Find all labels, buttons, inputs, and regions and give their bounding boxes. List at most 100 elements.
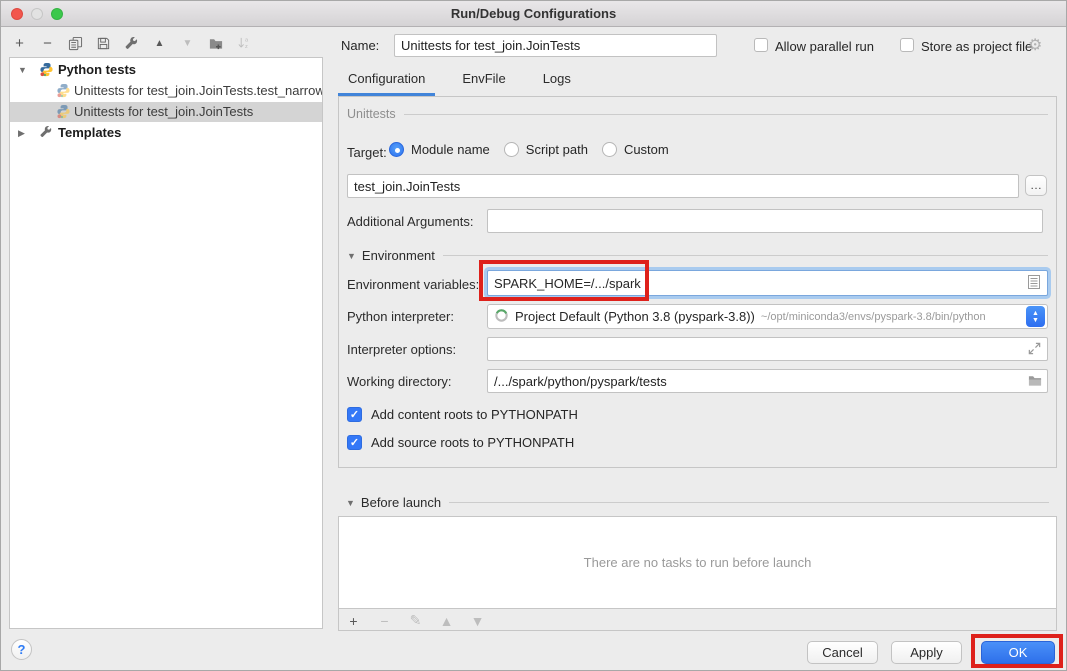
copy-configuration-icon[interactable] xyxy=(67,35,84,52)
before-launch-section-header[interactable]: ▼ Before launch xyxy=(346,495,1049,510)
add-source-roots-row: ✓ Add source roots to PYTHONPATH xyxy=(347,435,574,450)
environment-variables-label: Environment variables: xyxy=(347,277,479,292)
new-folder-icon[interactable] xyxy=(207,35,224,52)
interpreter-options-label: Interpreter options: xyxy=(347,342,456,357)
variables-list-icon[interactable] xyxy=(1027,274,1041,293)
working-directory-label: Working directory: xyxy=(347,374,452,389)
name-label: Name: xyxy=(341,38,379,53)
before-launch-label: Before launch xyxy=(361,495,441,510)
wrench-icon xyxy=(39,125,53,145)
divider xyxy=(449,502,1049,503)
before-launch-task-list: There are no tasks to run before launch xyxy=(339,517,1056,609)
python-test-icon xyxy=(56,83,71,104)
svg-text:a: a xyxy=(244,37,248,43)
module-name-radio-label: Module name xyxy=(411,142,490,157)
move-task-down-icon: ▼ xyxy=(469,612,486,629)
additional-arguments-input[interactable] xyxy=(487,209,1043,233)
remove-task-icon: − xyxy=(376,612,393,629)
tree-item-test-narrow[interactable]: Unittests for test_join.JoinTests.test_n… xyxy=(10,81,322,101)
tree-item-label: Templates xyxy=(58,123,121,143)
configurations-tree: ▼ Python tests Unittests for test_join.J… xyxy=(9,57,323,629)
module-name-input[interactable] xyxy=(347,174,1019,198)
environment-section-header[interactable]: ▼ Environment xyxy=(347,248,1048,263)
stepper-up-icon: ▲ xyxy=(1032,310,1039,317)
custom-radio[interactable] xyxy=(602,142,617,157)
stepper-down-icon: ▼ xyxy=(1032,317,1039,324)
custom-radio-label: Custom xyxy=(624,142,669,157)
interpreter-options-input[interactable] xyxy=(487,337,1048,361)
configurations-toolbar: + − ▲ ▼ az xyxy=(11,32,252,54)
browse-module-button[interactable]: … xyxy=(1025,175,1047,196)
configuration-tabs: Configuration EnvFile Logs xyxy=(338,63,581,96)
script-path-radio[interactable] xyxy=(504,142,519,157)
edit-templates-wrench-icon[interactable] xyxy=(123,35,140,52)
unittests-group-label: Unittests xyxy=(347,107,396,121)
cancel-button[interactable]: Cancel xyxy=(807,641,878,664)
target-radio-group: Module name Script path Custom xyxy=(389,142,683,157)
tree-item-label: Python tests xyxy=(58,60,136,80)
environment-variables-input[interactable]: SPARK_HOME=/.../spark xyxy=(487,270,1048,296)
add-content-roots-row: ✓ Add content roots to PYTHONPATH xyxy=(347,407,578,422)
folder-icon[interactable] xyxy=(1027,373,1043,388)
add-task-icon[interactable]: + xyxy=(345,612,362,629)
python-test-icon xyxy=(56,104,71,125)
add-content-roots-checkbox[interactable]: ✓ xyxy=(347,407,362,422)
divider xyxy=(404,114,1048,115)
tab-logs[interactable]: Logs xyxy=(533,63,581,96)
move-down-icon: ▼ xyxy=(179,35,196,52)
move-task-up-icon: ▲ xyxy=(438,612,455,629)
allow-parallel-run-label: Allow parallel run xyxy=(775,39,874,54)
tab-envfile[interactable]: EnvFile xyxy=(452,63,515,96)
run-debug-configurations-dialog: Run/Debug Configurations + − ▲ ▼ az ▼ Py xyxy=(0,0,1067,671)
add-content-roots-label: Add content roots to PYTHONPATH xyxy=(371,407,578,422)
help-button[interactable]: ? xyxy=(11,639,32,660)
working-directory-input[interactable] xyxy=(487,369,1048,393)
python-interpreter-value: Project Default (Python 3.8 (pyspark-3.8… xyxy=(515,309,755,324)
dropdown-stepper-icon[interactable]: ▲ ▼ xyxy=(1026,306,1045,327)
conda-ring-icon xyxy=(494,308,509,326)
before-launch-empty-text: There are no tasks to run before launch xyxy=(584,555,812,570)
svg-text:z: z xyxy=(244,44,247,50)
apply-button[interactable]: Apply xyxy=(891,641,962,664)
before-launch-toolbar: + − ✎ ▲ ▼ xyxy=(345,612,486,629)
remove-configuration-icon[interactable]: − xyxy=(39,35,56,52)
chevron-collapsed-icon[interactable]: ▶ xyxy=(18,123,25,143)
add-source-roots-checkbox[interactable]: ✓ xyxy=(347,435,362,450)
environment-variables-value: SPARK_HOME=/.../spark xyxy=(494,276,1027,291)
additional-arguments-label: Additional Arguments: xyxy=(347,214,473,229)
edit-task-icon: ✎ xyxy=(407,612,424,629)
move-up-icon[interactable]: ▲ xyxy=(151,35,168,52)
configuration-panel: Unittests Target: Module name Script pat… xyxy=(338,96,1057,468)
store-as-project-file-checkbox[interactable] xyxy=(900,38,914,52)
add-configuration-icon[interactable]: + xyxy=(11,35,28,52)
chevron-expanded-icon[interactable]: ▼ xyxy=(18,60,27,80)
name-input[interactable] xyxy=(394,34,717,57)
tree-item-templates[interactable]: ▶ Templates xyxy=(10,123,322,143)
module-name-radio[interactable] xyxy=(389,142,404,157)
expand-field-icon[interactable] xyxy=(1027,341,1042,356)
chevron-expanded-icon[interactable]: ▼ xyxy=(346,498,355,508)
script-path-radio-label: Script path xyxy=(526,142,588,157)
chevron-expanded-icon[interactable]: ▼ xyxy=(347,251,356,261)
window-title: Run/Debug Configurations xyxy=(1,6,1066,21)
save-configuration-icon[interactable] xyxy=(95,35,112,52)
titlebar: Run/Debug Configurations xyxy=(1,1,1066,27)
tree-item-label: Unittests for test_join.JoinTests xyxy=(74,102,253,122)
store-options-gear-icon[interactable]: ⚙ xyxy=(1028,35,1042,55)
ok-button[interactable]: OK xyxy=(981,641,1055,664)
tree-item-python-tests[interactable]: ▼ Python tests xyxy=(10,60,322,80)
divider xyxy=(443,255,1048,256)
tree-item-jointests-selected[interactable]: Unittests for test_join.JoinTests xyxy=(10,102,322,122)
python-tests-icon xyxy=(39,62,54,83)
sort-alphabetically-icon: az xyxy=(235,35,252,52)
tab-configuration[interactable]: Configuration xyxy=(338,63,435,96)
add-source-roots-label: Add source roots to PYTHONPATH xyxy=(371,435,574,450)
unittests-group-header: Unittests xyxy=(347,107,1048,121)
python-interpreter-dropdown[interactable]: Project Default (Python 3.8 (pyspark-3.8… xyxy=(487,304,1048,329)
before-launch-panel: There are no tasks to run before launch … xyxy=(338,516,1057,631)
tree-item-label: Unittests for test_join.JoinTests.test_n… xyxy=(74,81,323,101)
python-interpreter-path: ~/opt/miniconda3/envs/pyspark-3.8/bin/py… xyxy=(761,311,1026,323)
store-as-project-file-label: Store as project file xyxy=(921,39,1032,54)
allow-parallel-run-checkbox[interactable] xyxy=(754,38,768,52)
python-interpreter-label: Python interpreter: xyxy=(347,309,454,324)
